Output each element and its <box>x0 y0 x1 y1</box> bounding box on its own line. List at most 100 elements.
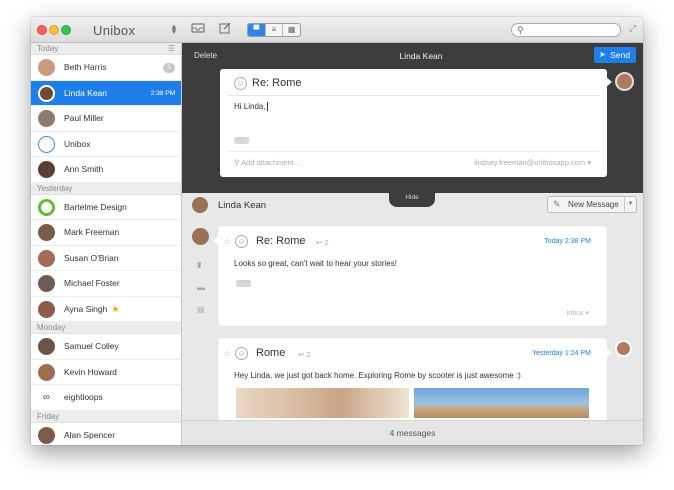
sidebar-item-linda-kean[interactable]: Linda Kean 2:38 PM <box>31 80 181 106</box>
contact-avatar <box>192 197 208 213</box>
contact-name: Alan Spencer <box>64 429 116 440</box>
sidebar-item-beth-harris[interactable]: Beth Harris 1 <box>31 55 181 81</box>
sidebar-item-unibox[interactable]: Unibox <box>31 132 181 157</box>
search-input[interactable]: ⚲ <box>511 23 621 37</box>
sidebar-item-kevin-howard[interactable]: Kevin Howard <box>31 360 181 385</box>
trash-icon[interactable]: ▮ <box>197 260 201 269</box>
avatar <box>38 300 55 318</box>
print-icon[interactable]: ▤ <box>197 305 205 314</box>
avatar <box>38 426 55 444</box>
message-body: Looks so great, can't wait to hear your … <box>234 259 397 268</box>
message-date: Yesterday 1:24 PM <box>532 350 591 357</box>
list-view-icon[interactable]: ≡ <box>266 24 284 36</box>
compose-recipient: Linda Kean <box>399 51 443 61</box>
chevron-down-icon: ▾ <box>583 310 589 317</box>
compose-icon[interactable] <box>216 22 234 38</box>
message-subject: Re: Rome <box>256 235 306 247</box>
contact-name: Kevin Howard <box>64 366 117 377</box>
sidebar: Today ☰ Beth Harris 1 Linda Kean 2:38 PM … <box>31 43 182 445</box>
sidebar-item-alan-spencer[interactable]: Alan Spencer <box>31 423 181 446</box>
card-pointer <box>606 348 612 358</box>
send-button[interactable]: ➤ Send <box>594 47 636 63</box>
new-message-button[interactable]: ✎ New Message ▼ <box>547 196 637 213</box>
sidebar-item-paul-miller[interactable]: Paul Miller <box>31 106 181 132</box>
contact-name: Samuel Colley <box>64 341 119 351</box>
add-attachment-button[interactable]: ⚲ Add attachment... <box>234 158 300 167</box>
close-window-button[interactable] <box>37 25 47 35</box>
minimize-window-button[interactable] <box>49 25 59 35</box>
card-pointer <box>213 236 219 246</box>
compose-icon: ✎ <box>553 199 561 209</box>
divider <box>228 151 599 152</box>
contact-name: Mark Freeman <box>64 227 120 237</box>
attached-photo-scooter[interactable] <box>236 388 409 418</box>
person-icon: ☺ <box>234 77 247 90</box>
tray-icon[interactable] <box>189 22 207 38</box>
compose-card: ☺ Re: Rome Hi Linda, ··· ⚲ Add attachmen… <box>220 69 612 177</box>
chevron-down-icon[interactable]: ▼ <box>624 197 636 212</box>
filter-icon[interactable]: ☰ <box>168 43 175 55</box>
message-subject: Rome <box>256 347 286 359</box>
hide-compose-button[interactable]: Hide <box>389 193 435 207</box>
eightloops-logo-icon: ∞ <box>38 389 55 406</box>
sidebar-item-ann-smith[interactable]: Ann Smith <box>31 157 181 183</box>
contact-name: Ayna Singh ★ <box>64 303 120 314</box>
avatar <box>38 338 55 355</box>
attached-photo-colosseum[interactable] <box>414 388 589 418</box>
contact-name: Michael Foster <box>64 278 120 288</box>
star-icon[interactable]: ☆ <box>223 348 231 359</box>
section-header-friday: Friday <box>31 410 181 423</box>
person-icon: ☺ <box>235 347 248 360</box>
message-body: Hey Linda, we just got back home. Explor… <box>234 371 521 380</box>
bartelme-logo-icon <box>38 198 55 216</box>
message-card[interactable]: ☆ ☺ Re: Rome ↩ 2 Today 2:38 PM Looks so … <box>213 226 607 326</box>
message-date: Today 2:38 PM <box>544 238 591 245</box>
chevron-down-icon: ▾ <box>585 158 591 167</box>
message-card[interactable]: ☆ ☺ Rome ↩ 2 Yesterday 1:24 PM Hey Linda… <box>218 338 612 428</box>
section-header-today: Today ☰ <box>31 43 181 55</box>
avatar <box>38 84 55 102</box>
archive-icon[interactable]: ▬ <box>197 283 205 292</box>
sidebar-item-susan-obrian[interactable]: Susan O'Brian <box>31 246 181 271</box>
contact-name: Unibox <box>64 138 91 149</box>
avatar <box>38 363 55 381</box>
show-quoted-text-button[interactable]: ··· <box>234 135 249 144</box>
grid-view-icon[interactable]: ▦ <box>283 24 300 36</box>
zoom-window-button[interactable] <box>61 25 71 35</box>
card-pointer <box>606 77 612 87</box>
sidebar-item-ayna-singh[interactable]: Ayna Singh ★ <box>31 297 181 322</box>
account-switcher-icon[interactable]: ▲ ▼ <box>170 23 178 36</box>
compose-subject-field[interactable]: Re: Rome <box>252 77 302 89</box>
delete-button[interactable]: Delete <box>194 51 217 60</box>
avatar <box>38 249 55 267</box>
avatar <box>38 224 55 241</box>
folder-label[interactable]: Inbox ▾ <box>566 309 589 317</box>
from-address-select[interactable]: lindsey.freeman@uniboxapp.com ▾ <box>474 158 591 167</box>
avatar <box>38 161 55 178</box>
section-header-monday: Monday <box>31 322 181 334</box>
view-mode-switch[interactable]: ▀ ≡ ▦ <box>247 23 301 37</box>
unibox-logo-icon <box>38 135 55 153</box>
conversation-view-icon[interactable]: ▀ <box>248 24 266 36</box>
search-icon: ⚲ <box>517 25 524 35</box>
star-icon[interactable]: ★ <box>111 304 119 314</box>
paper-plane-icon: ➤ <box>599 50 606 59</box>
show-quoted-text-button[interactable]: ··· <box>236 278 251 287</box>
star-icon[interactable]: ☆ <box>223 236 231 247</box>
my-avatar <box>615 72 634 91</box>
sidebar-item-eightloops[interactable]: ∞ eightloops <box>31 385 181 411</box>
conversation-title: Linda Kean <box>218 200 267 211</box>
message-count-footer: 4 messages <box>182 420 643 445</box>
contact-name: Paul Miller <box>64 113 104 123</box>
unread-badge: 1 <box>163 63 175 73</box>
sidebar-item-michael-foster[interactable]: Michael Foster <box>31 271 181 297</box>
app-title: Unibox <box>93 23 136 38</box>
sidebar-item-samuel-colley[interactable]: Samuel Colley <box>31 334 181 360</box>
person-icon: ☺ <box>235 235 248 248</box>
contact-name: Beth Harris <box>64 62 107 72</box>
sidebar-item-bartelme-design[interactable]: Bartelme Design <box>31 195 181 220</box>
sidebar-item-mark-freeman[interactable]: Mark Freeman <box>31 220 181 246</box>
fullscreen-icon[interactable]: ⤢ <box>629 23 636 34</box>
compose-body-field[interactable]: Hi Linda, <box>234 102 268 111</box>
avatar <box>38 110 55 127</box>
